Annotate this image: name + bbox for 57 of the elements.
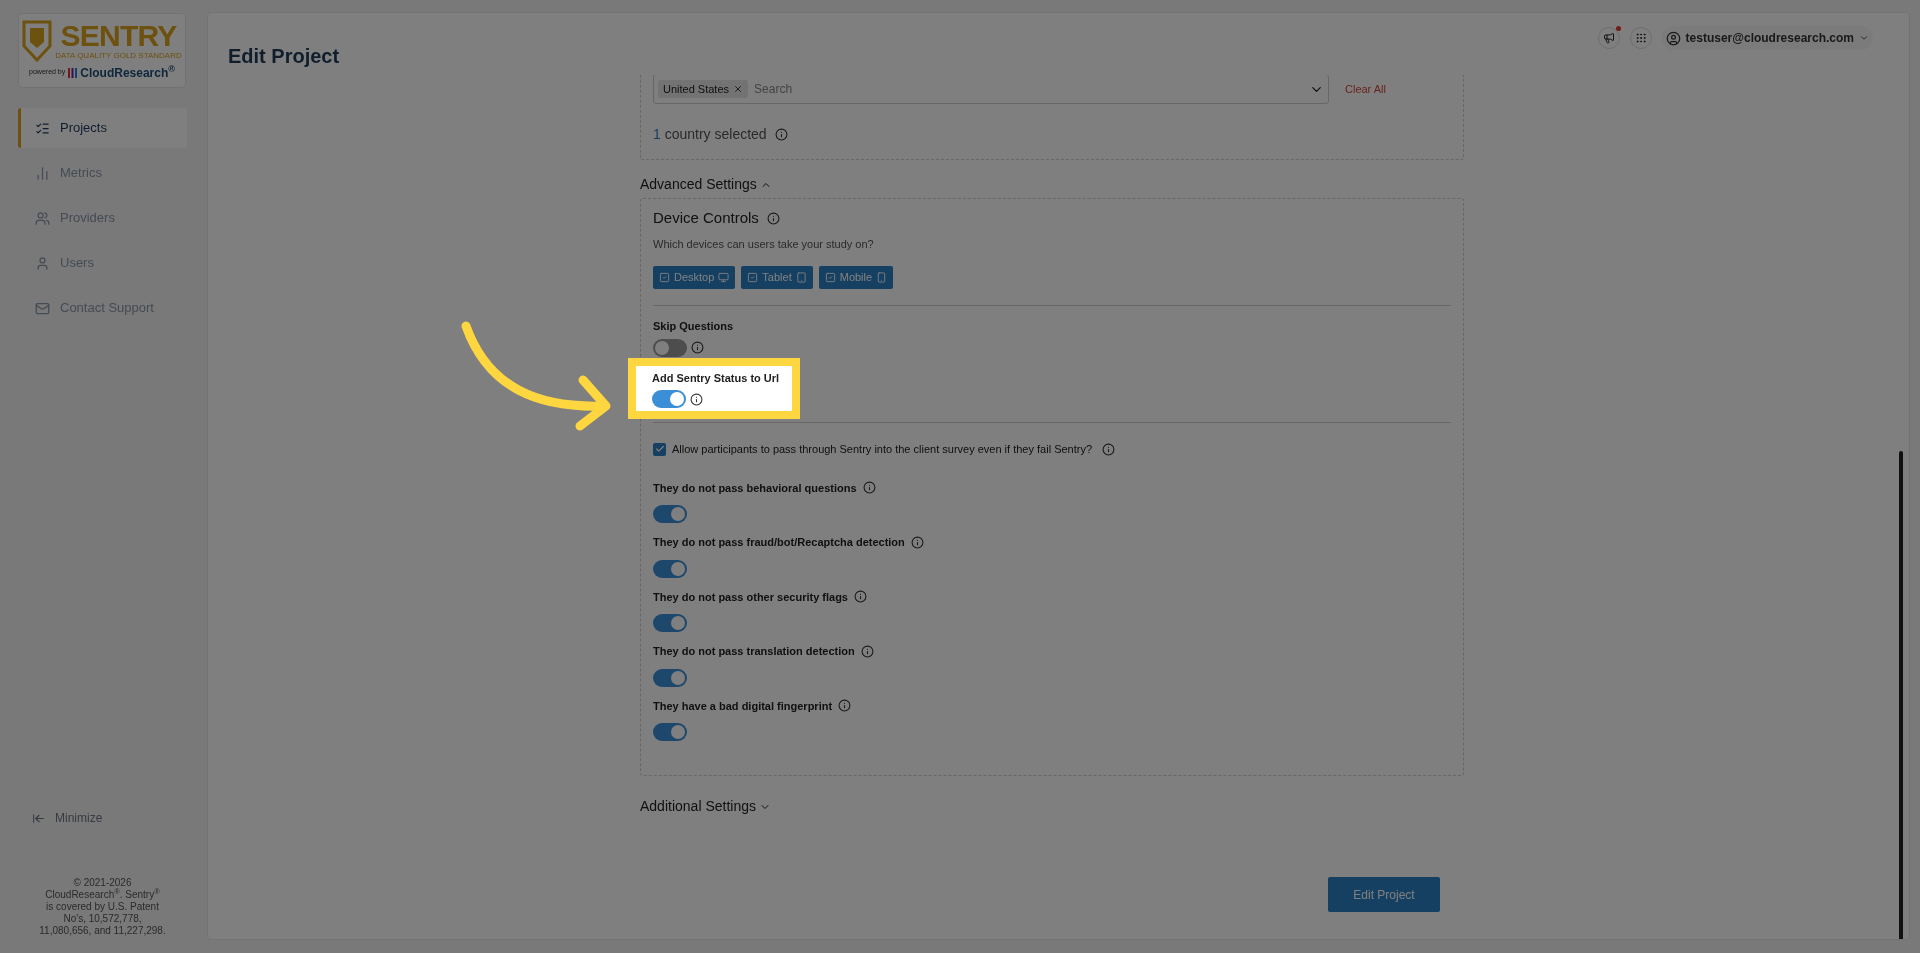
toggle-switch[interactable] (653, 559, 687, 578)
metrics-icon (35, 165, 50, 181)
checkbox-label: Allow participants to pass through Sentry into the client survey even if they fail Sentry? (672, 442, 1093, 457)
device-toggle[interactable]: Tablet (741, 266, 813, 289)
apps-grid-icon (1634, 32, 1647, 44)
projects-icon (35, 120, 50, 136)
info-icon[interactable] (690, 392, 703, 406)
remove-icon[interactable] (733, 84, 744, 94)
toggle-switch[interactable] (653, 668, 687, 687)
megaphone-icon (1602, 32, 1615, 44)
checkbox-checked-icon (659, 272, 670, 283)
toggle-switch[interactable] (653, 723, 687, 741)
tablet-icon (795, 272, 807, 283)
section-subtitle: Which devices can users take your study on? (653, 236, 875, 252)
setting-label: They do not pass translation detection (653, 644, 855, 659)
device-toggle[interactable]: Desktop (653, 266, 736, 289)
support-icon (35, 300, 50, 316)
toggle-switch[interactable] (653, 614, 687, 632)
pass-through-checkbox[interactable] (653, 442, 666, 456)
logo-title: SENTRY (60, 21, 177, 51)
toggle-switch[interactable] (653, 338, 687, 357)
setting-label: They have a bad digital fingerprint (653, 698, 833, 714)
logo-tagline: DATA QUALITY GOLD STANDARD (55, 51, 182, 60)
setting-label: They do not pass fraud/bot/Recaptcha detection (653, 535, 905, 550)
advanced-settings-toggle[interactable]: Advanced Settings (640, 174, 1464, 195)
copyright-text: © 2021-2026 CloudResearch$^{®}$. Sentry$^{®}$ is covered by U.S. Patent No's, 10,572,778, 11,080,656, and 11,227,298. (38, 877, 167, 937)
providers-icon (35, 210, 50, 226)
device-toggle[interactable]: Mobile (818, 266, 894, 289)
section-title: Device Controls (653, 208, 759, 228)
caret-icon (1859, 33, 1869, 43)
clear-all-link[interactable]: Clear All (1345, 80, 1451, 98)
mobile-icon (876, 272, 888, 283)
user-avatar-icon (1665, 30, 1681, 46)
users-icon (35, 255, 50, 271)
toggle-switch[interactable] (653, 505, 687, 523)
brand-name: CloudResearch$^{®}$ (80, 63, 175, 82)
collapse-icon (32, 811, 45, 825)
setting-label: Skip Questions (653, 320, 734, 332)
toggle-switch[interactable] (652, 390, 686, 408)
user-menu[interactable]: testuser@cloudresearch.com (1661, 26, 1873, 50)
additional-settings-toggle[interactable]: Additional Settings (640, 796, 1464, 817)
checkbox-checked-icon (747, 272, 759, 283)
checkbox-checked-icon (824, 272, 836, 283)
edit-project-button[interactable]: Edit Project (1328, 877, 1440, 912)
country-chip: United States (658, 80, 749, 98)
desktop-icon (718, 272, 730, 283)
grid-logo-icon (68, 67, 78, 78)
search-field[interactable]: Search (754, 80, 1303, 98)
minimize-button[interactable]: Minimize (18, 809, 187, 827)
scrollbar-thumb[interactable] (1899, 451, 1903, 939)
selection-count: 1 country selected (653, 125, 767, 144)
setting-label: Add Sentry Status to Url (652, 370, 781, 386)
setting-label: They do not pass other security flags (653, 589, 848, 605)
country-select[interactable]: United States Search (653, 75, 1329, 104)
page-title: Edit Project (228, 44, 340, 69)
sidebar-item[interactable]: Projects (18, 108, 187, 148)
setting-label: They do not pass behavioral questions (653, 480, 857, 496)
